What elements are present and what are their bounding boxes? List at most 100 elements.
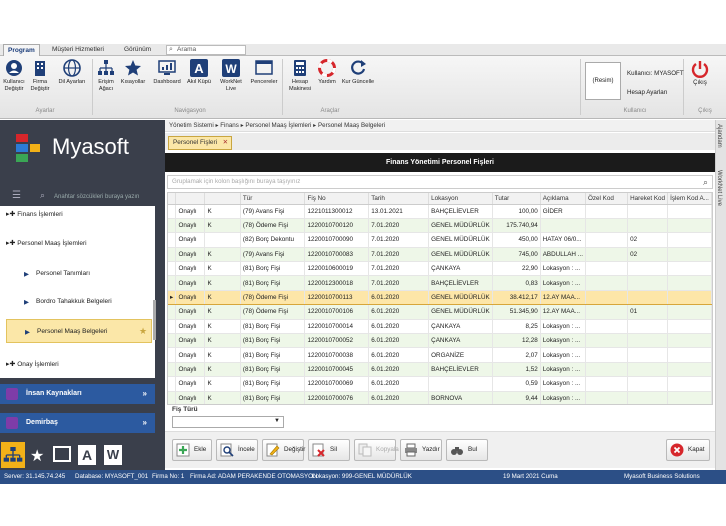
close-icon[interactable]: ✕	[223, 137, 228, 149]
table-row[interactable]: Onaylı K (81) Borç Fişi 1220010700052 6.01.2…	[168, 333, 712, 349]
tree-item-personel-maas[interactable]: ▸✚ Personel Maaş İşlemleri	[6, 239, 87, 247]
erisim-agaci-button[interactable]: Erişim Ağacı	[94, 59, 118, 92]
column-header[interactable]: İşlem Kod A...	[667, 193, 712, 205]
ajandam-tab[interactable]: Ajandam	[716, 124, 722, 148]
column-header[interactable]	[204, 193, 241, 205]
group-by-panel[interactable]: Gruplamak için kolon başlığını buraya ta…	[167, 175, 713, 189]
a-letter-icon[interactable]: A	[78, 445, 96, 465]
kopyala-button[interactable]: Kopyala	[354, 439, 399, 461]
bul-button[interactable]: Bul	[446, 439, 488, 461]
kapat-button[interactable]: Kapat	[666, 439, 710, 461]
tree-scrollbar[interactable]	[153, 300, 156, 340]
tab-musteri-hizmetleri[interactable]: Müşteri Hizmetleri	[48, 44, 108, 56]
akil-kupu-button[interactable]: A Akıl Küpü	[186, 59, 212, 86]
star-icon[interactable]: ★	[30, 446, 44, 466]
favorite-star-icon[interactable]: ★	[139, 326, 147, 337]
hesap-makinesi-button[interactable]: Hesap Makinesi	[286, 59, 314, 92]
table-cell: (81) Borç Fişi	[240, 376, 306, 392]
search-icon[interactable]: ⌕	[703, 176, 708, 188]
kur-guncelle-button[interactable]: Kur Güncelle	[340, 59, 376, 86]
yazdir-button[interactable]: Yazdır	[400, 439, 442, 461]
table-row[interactable]: Onaylı K (81) Borç Fişi 1220012300018 7.01.2…	[168, 275, 712, 291]
kisayollar-button[interactable]: Kısayollar	[120, 59, 146, 86]
yardim-button[interactable]: Yardım	[316, 59, 338, 86]
ekle-button[interactable]: Ekle	[172, 439, 212, 461]
table-row[interactable]: Onaylı K (79) Avans Fişi 1221011300012 13.01…	[168, 204, 712, 219]
hierarchy-shortcut[interactable]	[1, 442, 25, 468]
table-row[interactable]: Onaylı K (78) Ödeme Fişi 1220010700120 7.01.…	[168, 218, 712, 234]
nav-insan-kaynaklari[interactable]: İnsan Kaynakları »	[0, 384, 155, 404]
table-cell: Onaylı	[175, 289, 206, 306]
table-row[interactable]: Onaylı K (81) Borç Fişi 1220010700076 6.01.2…	[168, 391, 712, 404]
menu-toggle-icon[interactable]: ☰	[12, 190, 21, 201]
breadcrumb-item[interactable]: Personel Maaş Belgeleri	[318, 122, 385, 129]
worknet-live-button[interactable]: W WorkNet Live	[216, 59, 246, 92]
pencereler-button[interactable]: Pencereler	[248, 59, 280, 86]
table-cell: K	[204, 275, 241, 291]
table-cell	[585, 376, 629, 392]
table-cell: 1220010700113	[304, 289, 370, 306]
left-search-input[interactable]: Anahtar sözcükleri buraya yazın	[54, 194, 139, 200]
table-cell: GENEL MÜDÜRLÜK	[428, 247, 493, 263]
column-header[interactable]: Fiş No	[304, 193, 370, 205]
table-cell	[585, 204, 629, 219]
column-header[interactable]: Tür	[240, 193, 306, 205]
table-row[interactable]: Onaylı K (79) Avans Fişi 1220010700083 7.01.…	[168, 247, 712, 263]
tab-program[interactable]: Program	[3, 44, 40, 56]
degistir-button[interactable]: Değiştir	[262, 439, 305, 461]
table-row[interactable]: Onaylı K (81) Borç Fişi 1220010700045 6.01.2…	[168, 362, 712, 378]
column-header[interactable]: Açıklama	[540, 193, 586, 205]
worknet-live-tab[interactable]: WorkNet Live	[716, 170, 722, 206]
column-header[interactable]: Lokasyon	[428, 193, 493, 205]
table-row[interactable]: Onaylı K (81) Borç Fişi 1220010700014 6.01.2…	[168, 319, 712, 335]
tree-item-personel-maas-belgeleri[interactable]: ▶ Personel Maaş Belgeleri ★	[6, 319, 152, 343]
table-row[interactable]: ▸ Onaylı K (78) Ödeme Fişi 1220010700113 6.01…	[168, 289, 712, 306]
table-row[interactable]: Onaylı K (81) Borç Fişi 1220010600019 7.01.2…	[168, 261, 712, 277]
table-cell: GİDER	[540, 204, 586, 219]
column-header[interactable]: Tarih	[368, 193, 430, 205]
tree-item-finans[interactable]: ▸✚ Finans İşlemleri	[6, 210, 63, 218]
column-header[interactable]: Hareket Kod	[627, 193, 669, 205]
column-header[interactable]	[168, 193, 177, 205]
table-row[interactable]: Onaylı (82) Borç Dekontu 1220010700090 7.01…	[168, 232, 712, 248]
table-row[interactable]: Onaylı K (81) Borç Fişi 1220010700038 6.01.2…	[168, 347, 712, 363]
breadcrumb-item[interactable]: Personel Maaş İşlemleri	[245, 122, 311, 129]
column-header[interactable]: Özel Kod	[585, 193, 629, 205]
exit-button[interactable]: Çıkış	[689, 60, 711, 86]
dashboard-button[interactable]: Dashboard	[150, 59, 184, 86]
breadcrumb-item[interactable]: Finans	[220, 122, 239, 129]
table-cell: K	[204, 261, 241, 277]
breadcrumb-item[interactable]: Yönetim Sistemi	[169, 122, 214, 129]
fis-turu-select[interactable]: ▼	[172, 416, 284, 428]
table-header: Tür Fiş No Tarih Lokasyon Tutar Açıklama Özel …	[168, 193, 712, 205]
sil-button[interactable]: Sil	[308, 439, 350, 461]
nav-demirbas[interactable]: Demirbaş »	[0, 413, 155, 433]
table-cell	[667, 232, 712, 248]
table-cell	[168, 304, 177, 320]
column-header[interactable]: Tutar	[492, 193, 541, 205]
arrow-icon: ▶	[24, 299, 29, 306]
incele-button[interactable]: İncele	[216, 439, 258, 461]
table-cell	[585, 304, 629, 320]
firma-degistir-button[interactable]: Firma Değiştir	[28, 59, 52, 92]
tree-item-bordro-tahakkuk[interactable]: ▶ Bordro Tahakkuk Belgeleri	[6, 290, 152, 314]
search-input[interactable]: ⌕ Arama	[166, 45, 246, 55]
dil-ayarlari-button[interactable]: Dil Ayarları	[56, 59, 88, 86]
kullanici-degistir-button[interactable]: Kullanıcı Değiştir	[2, 59, 26, 92]
table-cell	[667, 289, 712, 306]
tab-personel-fisleri[interactable]: Personel Fişleri ✕	[168, 136, 232, 150]
hierarchy-icon	[98, 60, 114, 75]
separator	[580, 59, 581, 115]
tree-item-label: Personel Tanımları	[36, 270, 91, 277]
table-row[interactable]: Onaylı K (81) Borç Fişi 1220010700069 6.01.2…	[168, 376, 712, 392]
tree-item-personel-tanimlari[interactable]: ▶ Personel Tanımları	[6, 262, 152, 286]
dashboard-icon[interactable]	[53, 446, 71, 462]
column-header[interactable]	[175, 193, 206, 205]
delete-icon	[312, 443, 325, 457]
tree-item-onay[interactable]: ▸✚ Onay İşlemleri	[6, 360, 59, 368]
table-row[interactable]: Onaylı K (78) Ödeme Fişi 1220010700106 6.01.…	[168, 304, 712, 320]
w-letter-icon[interactable]: W	[104, 445, 122, 465]
account-settings-link[interactable]: Hesap Ayarları	[627, 89, 667, 96]
table-cell: Onaylı	[175, 247, 206, 263]
tab-gorunum[interactable]: Görünüm	[120, 44, 155, 56]
